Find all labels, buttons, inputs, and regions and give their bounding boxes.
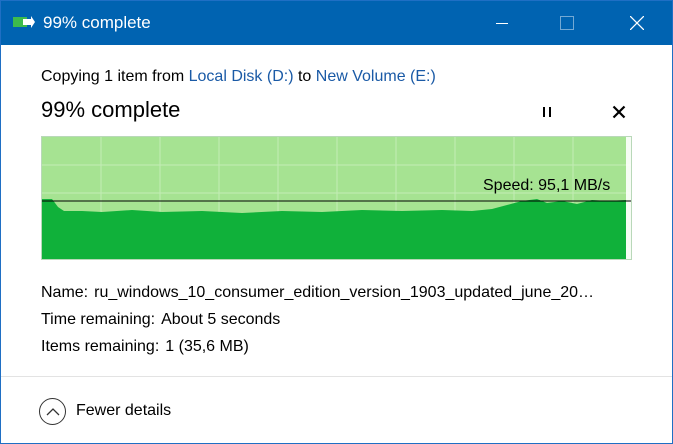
footer-divider (1, 376, 672, 377)
fewer-details-label: Fewer details (76, 402, 172, 419)
minimize-button[interactable] (479, 1, 525, 45)
pause-button[interactable] (535, 100, 559, 124)
maximize-icon (560, 16, 574, 30)
chevron-up-icon (39, 397, 66, 425)
operation-prefix: Copying 1 item from (41, 68, 185, 85)
detail-row-time: Time remaining: About 5 seconds (41, 306, 594, 333)
source-link[interactable]: Local Disk (D:) (189, 68, 294, 85)
time-remaining-value: About 5 seconds (161, 311, 281, 328)
detail-row-name: Name: ru_windows_10_consumer_edition_vers… (41, 279, 594, 306)
window-title: 99% complete (43, 13, 151, 32)
detail-row-items: Items remaining: 1 (35,6 MB) (41, 333, 594, 360)
speed-label: Speed: 95,1 MB/s (483, 177, 611, 194)
name-label: Name: (41, 284, 89, 301)
copy-dialog-window: 99% complete Copying 1 item from Local D… (0, 0, 673, 444)
items-remaining-label: Items remaining: (41, 338, 160, 355)
close-icon (630, 16, 644, 30)
cancel-icon (612, 105, 626, 119)
name-value: ru_windows_10_consumer_edition_version_1… (94, 284, 595, 301)
items-remaining-value: 1 (35,6 MB) (165, 338, 249, 355)
minimize-icon (496, 23, 508, 24)
copy-arrow-icon (13, 15, 35, 31)
details-section: Name: ru_windows_10_consumer_edition_vers… (41, 279, 594, 360)
title-bar[interactable]: 99% complete (1, 1, 672, 45)
speed-graph-canvas (42, 137, 631, 259)
operation-description: Copying 1 item from Local Disk (D:) to N… (41, 68, 436, 86)
pause-icon (543, 107, 551, 117)
close-button[interactable] (614, 1, 660, 45)
maximize-button[interactable] (544, 1, 590, 45)
cancel-button[interactable] (607, 100, 631, 124)
time-remaining-label: Time remaining: (41, 311, 156, 328)
operation-connector: to (297, 68, 312, 85)
speed-graph (41, 136, 632, 260)
fewer-details-toggle[interactable]: Fewer details (39, 397, 171, 425)
progress-label: 99% complete (41, 97, 181, 122)
destination-link[interactable]: New Volume (E:) (316, 68, 436, 85)
